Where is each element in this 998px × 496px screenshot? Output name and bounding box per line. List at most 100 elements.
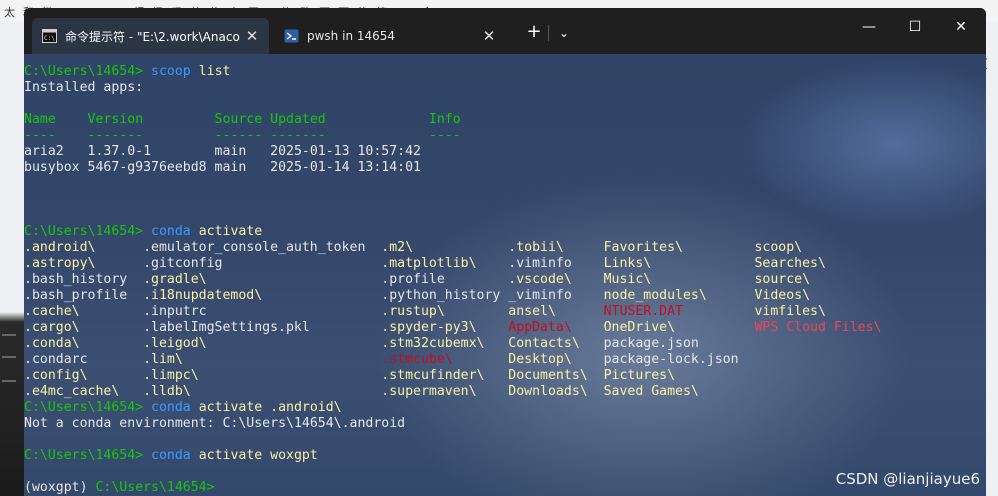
column-header: Version	[87, 112, 144, 127]
listing-entry: .condarc	[24, 352, 88, 367]
tab-command-prompt[interactable]: C:\ 命令提示符 - "E:\2.work\Anaco ✕	[32, 18, 269, 54]
listing-entry: _viminfo	[508, 288, 572, 303]
svg-text:C:\: C:\	[44, 35, 55, 42]
listing-entry: .cache\	[24, 304, 80, 319]
prompt: C:\Users\14654>	[24, 448, 144, 463]
table-cell: busybox	[24, 160, 80, 175]
table-cell: main	[214, 160, 247, 175]
table-cell: 2025-01-13 10:57:42	[270, 144, 421, 159]
listing-entry: Searches\	[754, 256, 826, 271]
listing-entry: .bash_history	[24, 272, 128, 287]
maximize-button[interactable]: ☐	[892, 8, 938, 46]
listing-entry: OneDrive\	[603, 320, 676, 335]
listing-row: .e4mc_cache\ .lldb\ .supermaven\ Downloads\…	[24, 384, 699, 400]
listing-row: .cache\ .inputrc .rustup\ ansel\ NTUSER.DAT v…	[24, 304, 826, 320]
new-tab-button[interactable]: +	[521, 20, 547, 46]
listing-entry: Documents\	[508, 368, 588, 383]
listing-entry: .viminfo	[508, 256, 572, 271]
dash: ----	[428, 128, 461, 143]
listing-entry: .profile	[381, 272, 445, 287]
listing-entry: scoop\	[754, 240, 803, 255]
close-tab-icon[interactable]: ✕	[482, 27, 496, 45]
title-bar[interactable]: C:\ 命令提示符 - "E:\2.work\Anaco ✕ pwsh in 1…	[24, 8, 986, 54]
listing-row: .conda\ .leigod\ .stm32cubemx\ Contacts\ pac…	[24, 336, 699, 352]
listing-row: .android\ .emulator_console_auth_token .m2…	[24, 240, 802, 256]
prompt: C:\Users\14654>	[24, 224, 144, 239]
argument: activate woxgpt	[198, 448, 318, 463]
listing-entry: .emulator_console_auth_token	[143, 240, 366, 255]
table-cell: 2025-01-14 13:14:01	[270, 160, 421, 175]
listing-entry: Favorites\	[603, 240, 683, 255]
listing-row: .condarc .lim\ .stmcube\ Desktop\ package-lo…	[24, 352, 739, 368]
column-header: Updated	[270, 112, 326, 127]
argument: activate .android\	[198, 400, 342, 415]
command-line: C:\Users\14654> scoop list	[24, 64, 405, 80]
minimize-button[interactable]: —	[846, 8, 892, 46]
listing-entry: .stmcube\	[381, 352, 453, 367]
command: conda	[151, 400, 191, 415]
listing-entry: .limpc\	[143, 368, 199, 383]
terminal-content[interactable]: C:\Users\14654> scoop list Installed app…	[24, 54, 986, 496]
command-line: C:\Users\14654> conda activate woxgpt	[24, 448, 405, 464]
listing-entry: .vscode\	[508, 272, 572, 287]
listing-entry: .spyder-py3\	[381, 320, 477, 335]
listing-entry: .python_history	[381, 288, 501, 303]
listing-entry: AppData\	[508, 320, 572, 335]
listing-entry: .stmcufinder\	[381, 368, 485, 383]
listing-entry: NTUSER.DAT	[603, 304, 683, 319]
edge-mark	[2, 334, 16, 336]
listing-entry: .supermaven\	[381, 384, 477, 399]
listing-entry: Videos\	[754, 288, 811, 303]
command-line: C:\Users\14654> conda activate	[24, 224, 405, 240]
listing-entry: source\	[754, 272, 811, 287]
listing-entry: Desktop\	[508, 352, 572, 367]
listing-entry: .tobii\	[508, 240, 564, 255]
listing-entry: .bash_profile	[24, 288, 128, 303]
output-line: Installed apps:	[24, 80, 405, 96]
directory-listing: .android\ .emulator_console_auth_token .m2…	[24, 240, 881, 400]
terminal-window: C:\ 命令提示符 - "E:\2.work\Anaco ✕ pwsh in 1…	[24, 8, 986, 496]
tab-title: 命令提示符 - "E:\2.work\Anaco	[65, 29, 240, 44]
table-row: aria2 1.37.0-1 main 2025-01-13 10:57:42	[24, 144, 421, 160]
listing-entry: Contacts\	[508, 336, 580, 351]
listing-entry: Pictures\	[603, 368, 676, 383]
background-text: 太	[4, 6, 15, 19]
listing-entry: .stm32cubemx\	[381, 336, 485, 351]
edge-mark	[2, 380, 16, 382]
column-header: Source	[214, 112, 263, 127]
listing-entry: .android\	[24, 240, 96, 255]
close-tab-icon[interactable]: ✕	[245, 27, 259, 45]
close-window-button[interactable]: ✕	[938, 8, 984, 46]
listing-entry: vimfiles\	[754, 304, 826, 319]
listing-entry: ansel\	[508, 304, 556, 319]
listing-entry: WPS Cloud Files\	[754, 320, 882, 335]
listing-entry: .conda\	[24, 336, 80, 351]
listing-entry: .leigod\	[143, 336, 207, 351]
table-cell: 1.37.0-1	[87, 144, 152, 159]
prompt-line[interactable]: (woxgpt) C:\Users\14654>	[24, 480, 405, 496]
chevron-down-icon[interactable]: ⌄	[552, 20, 576, 46]
dash: ----	[24, 128, 56, 143]
listing-entry: .cargo\	[24, 320, 80, 335]
listing-entry: .e4mc_cache\	[24, 384, 120, 399]
listing-entry: .gradle\	[143, 272, 207, 287]
listing-entry: .config\	[24, 368, 88, 383]
background-left-edge	[0, 22, 24, 496]
listing-row: .astropy\ .gitconfig .matplotlib\ .viminfo L…	[24, 256, 826, 272]
command-line: C:\Users\14654> conda activate .android\	[24, 400, 405, 416]
listing-row: .bash_profile .i18nupdatemod\ .python_hist…	[24, 288, 810, 304]
listing-entry: node_modules\	[603, 288, 707, 303]
terminal-output[interactable]: C:\Users\14654> scoop list Installed app…	[24, 64, 881, 496]
table-cell: main	[214, 144, 247, 159]
table-row: busybox 5467-g9376eebd8 main 2025-01-14 …	[24, 160, 421, 176]
edge-mark	[2, 356, 16, 358]
tab-pwsh[interactable]: pwsh in 14654 ✕	[274, 18, 506, 54]
listing-entry: .i18nupdatemod\	[143, 288, 263, 303]
prompt: C:\Users\14654>	[24, 400, 144, 415]
dash: -------	[270, 128, 326, 143]
listing-entry: Saved Games\	[603, 384, 699, 399]
